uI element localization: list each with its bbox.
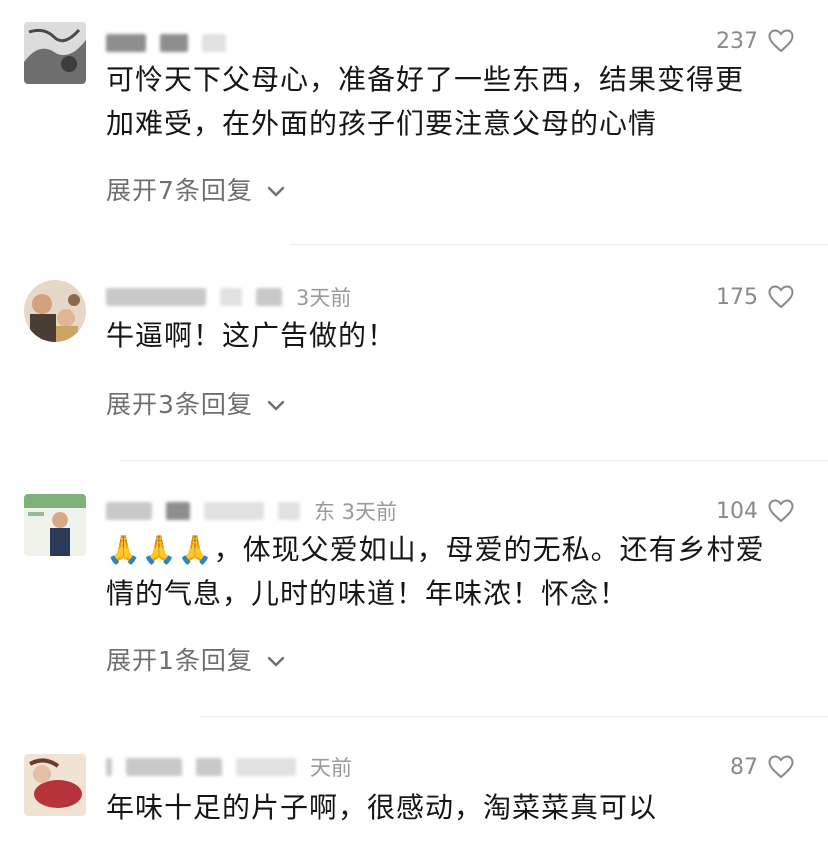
blurred-username [126,758,182,776]
comment-username-row [106,28,240,58]
blurred-username [204,502,264,520]
comment-text-line: 加难受，在外面的孩子们要注意父母的心情 [106,107,658,140]
expand-replies-label: 展开3条回复 [106,390,253,419]
blurred-username [202,34,226,52]
avatar-image [24,280,86,342]
like-count: 104 [716,498,758,524]
expand-replies-label: 展开1条回复 [106,646,253,675]
comment-text: 🙏🙏🙏，体现父爱如山，母爱的无私。还有乡村爱 情的气息，儿时的味道！年味浓！怀念… [106,528,796,616]
divider [200,716,828,717]
blurred-username [166,502,190,520]
comment-text: 牛逼啊！这广告做的！ [106,314,796,358]
like-count: 87 [730,754,758,780]
blurred-username [220,288,242,306]
like-control[interactable]: 87 [730,752,794,782]
chevron-down-icon [267,175,285,204]
like-control[interactable]: 104 [716,496,794,526]
expand-replies-button[interactable]: 展开7条回复 [106,172,285,206]
comment-text-line: 🙏🙏🙏，体现父爱如山，母爱的无私。还有乡村爱 [106,533,765,566]
comment-item: 3天前 175 牛逼啊！这广告做的！ 展开3条回复 [0,270,828,460]
blurred-username [106,502,152,520]
blurred-username [106,288,206,306]
heart-outline-icon [768,285,794,309]
blurred-username [106,758,112,776]
heart-outline-icon [768,499,794,523]
heart-outline-icon [768,29,794,53]
comment-username-row: 东 3天前 [106,496,397,526]
comment-text: 年味十足的片子啊，很感动，淘菜菜真可以 [106,786,796,830]
comment-item: 天前 87 年味十足的片子啊，很感动，淘菜菜真可以 [0,744,828,855]
blurred-username [236,758,296,776]
avatar[interactable] [24,22,86,84]
avatar[interactable] [24,494,86,556]
like-control[interactable]: 237 [716,26,794,56]
comment-text-line: 牛逼啊！这广告做的！ [106,319,397,352]
blurred-username [278,502,300,520]
avatar-image [24,754,86,816]
like-count: 175 [716,284,758,310]
comment-item: 237 可怜天下父母心，准备好了一些东西，结果变得更 加难受，在外面的孩子们要注… [0,0,828,240]
divider [290,244,828,245]
avatar[interactable] [24,280,86,342]
blurred-username [196,758,222,776]
heart-outline-icon [768,755,794,779]
comment-text-line: 情的气息，儿时的味道！年味浓！怀念！ [106,577,629,610]
expand-replies-button[interactable]: 展开3条回复 [106,386,285,420]
comment-username-row: 3天前 [106,282,351,312]
comment-time: 天前 [310,756,352,780]
comment-item: 东 3天前 104 🙏🙏🙏，体现父爱如山，母爱的无私。还有乡村爱 情的气息，儿时… [0,486,828,714]
blurred-username [160,34,188,52]
chevron-down-icon [267,389,285,418]
blurred-username [256,288,282,306]
avatar[interactable] [24,754,86,816]
divider [120,460,828,461]
expand-replies-button[interactable]: 展开1条回复 [106,642,285,676]
avatar-image [24,22,86,84]
comment-time: 3天前 [296,286,352,310]
comment-text-line: 年味十足的片子啊，很感动，淘菜菜真可以 [106,791,658,824]
chevron-down-icon [267,645,285,674]
blurred-username [106,34,146,52]
like-count: 237 [716,28,758,54]
comment-text: 可怜天下父母心，准备好了一些东西，结果变得更 加难受，在外面的孩子们要注意父母的… [106,58,796,146]
comment-time: 东 3天前 [314,500,398,524]
avatar-image [24,494,86,556]
comment-username-row: 天前 [106,752,352,782]
comment-text-line: 可怜天下父母心，准备好了一些东西，结果变得更 [106,63,745,96]
like-control[interactable]: 175 [716,282,794,312]
expand-replies-label: 展开7条回复 [106,176,253,205]
